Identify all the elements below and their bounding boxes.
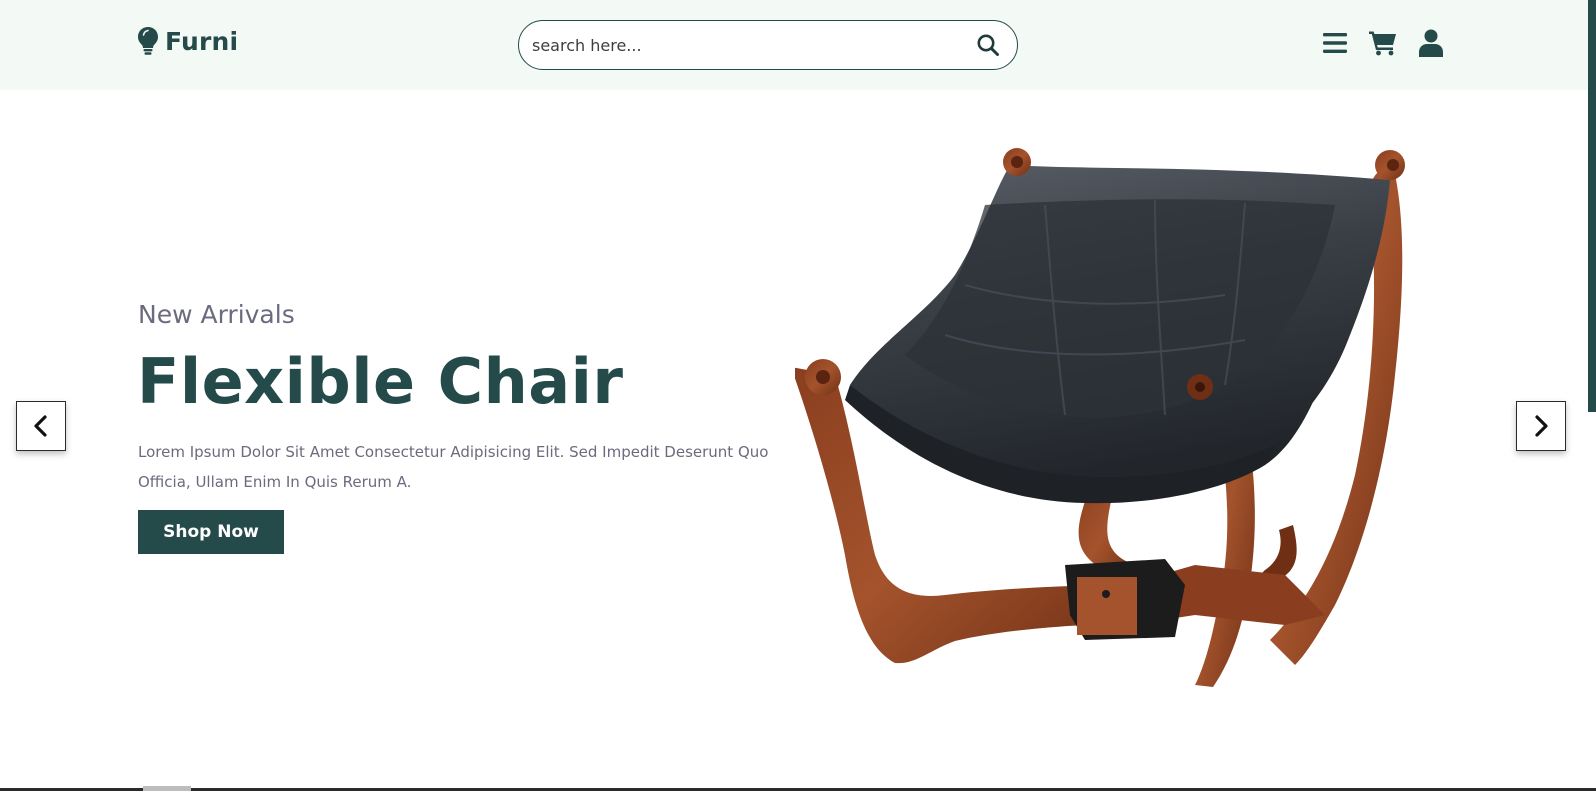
cart-icon[interactable] xyxy=(1369,28,1397,58)
brand-name: Furni xyxy=(165,26,239,56)
page-scrollbar[interactable] xyxy=(1586,0,1596,412)
user-icon[interactable] xyxy=(1417,28,1445,58)
site-header: Furni xyxy=(0,0,1596,90)
chevron-left-icon xyxy=(34,415,47,437)
menu-icon[interactable] xyxy=(1321,28,1349,58)
header-icons xyxy=(1321,28,1445,58)
hero-title: Flexible Chair xyxy=(137,345,624,418)
hero-subtitle: New Arrivals xyxy=(138,300,295,329)
scrollbar-thumb[interactable] xyxy=(1588,0,1596,412)
search-input[interactable] xyxy=(532,35,975,55)
slider-prev-button[interactable] xyxy=(16,401,66,451)
search-icon[interactable] xyxy=(975,32,1001,58)
hero-description: Lorem Ipsum Dolor Sit Amet Consectetur A… xyxy=(138,443,769,491)
shop-now-button[interactable]: Shop Now xyxy=(138,510,284,554)
chevron-right-icon xyxy=(1535,415,1548,437)
horizontal-scroll-thumb[interactable] xyxy=(143,786,191,791)
search-bar xyxy=(518,20,1018,70)
lightbulb-icon xyxy=(138,27,158,55)
slider-next-button[interactable] xyxy=(1516,401,1566,451)
brand-logo[interactable]: Furni xyxy=(137,26,238,56)
leather-chair-image xyxy=(795,148,1405,687)
